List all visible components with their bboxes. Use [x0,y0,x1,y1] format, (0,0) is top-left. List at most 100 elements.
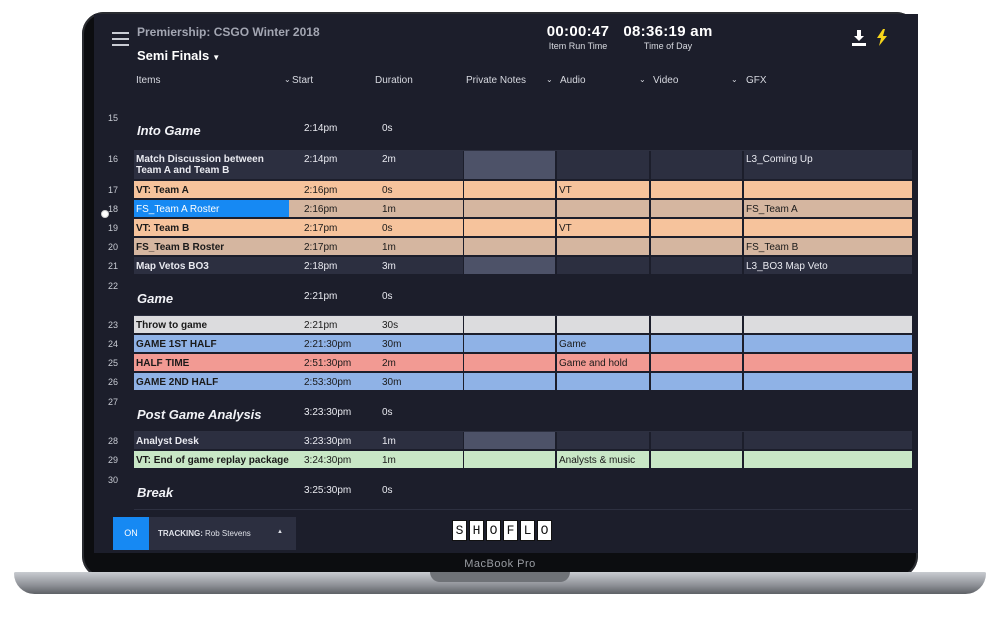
item-name-cell[interactable]: Map Vetos BO3 [134,257,301,274]
video-cell[interactable] [651,219,742,236]
caret-up-icon[interactable]: ▲ [277,529,283,535]
start-cell[interactable]: 3:24:30pm [301,451,379,468]
private-notes-cell[interactable] [464,373,555,390]
segment-header-row[interactable]: 22 Game 2:21pm 0s [94,276,918,316]
duration-cell[interactable]: 1m [379,200,463,217]
col-start-header[interactable]: Start [292,75,313,89]
start-cell[interactable]: 2:51:30pm [301,354,379,371]
gfx-cell[interactable] [744,219,912,236]
duration-cell[interactable]: 3m [379,257,463,274]
gfx-cell[interactable]: L3_BO3 Map Veto [744,257,912,274]
start-cell[interactable]: 3:23:30pm [301,432,379,449]
item-name-cell[interactable]: HALF TIME [134,354,301,371]
gfx-cell[interactable] [744,181,912,198]
start-cell[interactable]: 2:16pm [301,200,379,217]
item-name-cell[interactable]: GAME 2ND HALF [134,373,301,390]
col-items-header[interactable]: Items [136,75,160,89]
item-name-cell[interactable]: FS_Team A Roster [134,200,289,217]
audio-cell[interactable] [557,373,649,390]
audio-cell[interactable] [557,238,649,255]
gfx-cell[interactable] [744,451,912,468]
segment-header-row[interactable]: 30 Break 3:25:30pm 0s [94,470,918,510]
duration-cell[interactable]: 0s [379,181,463,198]
rundown-row[interactable]: 21 Map Vetos BO3 2:18pm 3m L3_BO3 Map Veto [94,257,918,274]
col-private-notes-header[interactable]: Private Notes [466,75,526,89]
video-cell[interactable] [651,257,742,274]
private-notes-cell[interactable] [464,219,555,236]
audio-cell[interactable] [557,257,649,274]
item-name-cell[interactable]: Analyst Desk [134,432,301,449]
duration-cell[interactable]: 30s [379,316,463,333]
tracking-toggle-button[interactable]: ON [113,517,149,550]
gfx-cell[interactable]: FS_Team A [744,200,912,217]
audio-cell[interactable] [557,151,649,179]
rundown-row[interactable]: 16 Match Discussion between Team A and Tea… [94,151,918,179]
rundown-row[interactable]: 28 Analyst Desk 3:23:30pm 1m [94,432,918,449]
video-cell[interactable] [651,373,742,390]
rundown-row[interactable]: 23 Throw to game 2:21pm 30s [94,316,918,333]
duration-cell[interactable]: 30m [379,373,463,390]
item-name-cell[interactable]: VT: Team A [134,181,301,198]
chevron-down-icon[interactable]: ⌄ [731,75,738,89]
duration-cell[interactable]: 0s [379,219,463,236]
audio-cell[interactable] [557,316,649,333]
item-name-cell[interactable]: VT: End of game replay package [134,451,301,468]
start-cell[interactable]: 2:17pm [301,219,379,236]
item-name-cell[interactable]: VT: Team B [134,219,301,236]
start-cell[interactable]: 2:21:30pm [301,335,379,352]
gfx-cell[interactable] [744,335,912,352]
start-cell[interactable]: 2:16pm [301,181,379,198]
item-name-cell[interactable]: Throw to game [134,316,301,333]
private-notes-cell[interactable] [464,316,555,333]
col-gfx-header[interactable]: GFX [746,75,767,89]
rundown-row[interactable]: 20 FS_Team B Roster 2:17pm 1m FS_Team B [94,238,918,255]
private-notes-cell[interactable] [464,451,555,468]
item-name-cell[interactable]: Match Discussion between Team A and Team … [134,151,301,179]
video-cell[interactable] [651,181,742,198]
video-cell[interactable] [651,335,742,352]
start-cell[interactable]: 2:18pm [301,257,379,274]
video-cell[interactable] [651,354,742,371]
rundown-row[interactable]: 17 VT: Team A 2:16pm 0s VT [94,181,918,198]
lightning-bolt-icon[interactable] [877,29,887,46]
gfx-cell[interactable] [744,316,912,333]
chevron-down-icon[interactable]: ⌄ [284,75,291,89]
rundown-row[interactable]: 19 VT: Team B 2:17pm 0s VT [94,219,918,236]
duration-cell[interactable]: 1m [379,451,463,468]
col-audio-header[interactable]: Audio [560,75,586,89]
col-video-header[interactable]: Video [653,75,678,89]
video-cell[interactable] [651,432,742,449]
segment-header-row[interactable]: 27 Post Game Analysis 3:23:30pm 0s [94,392,918,432]
start-cell[interactable]: 2:17pm [301,238,379,255]
item-name-cell[interactable]: FS_Team B Roster [134,238,301,255]
hamburger-menu-icon[interactable] [112,32,129,46]
chevron-down-icon[interactable]: ⌄ [546,75,553,89]
duration-cell[interactable]: 30m [379,335,463,352]
duration-cell[interactable]: 2m [379,151,463,179]
chevron-down-icon[interactable]: ⌄ [639,75,646,89]
gfx-cell[interactable]: FS_Team B [744,238,912,255]
download-icon[interactable] [852,30,866,46]
duration-cell[interactable]: 2m [379,354,463,371]
rundown-row[interactable]: 25 HALF TIME 2:51:30pm 2m Game and hold [94,354,918,371]
video-cell[interactable] [651,451,742,468]
duration-cell[interactable]: 1m [379,238,463,255]
private-notes-cell[interactable] [464,335,555,352]
gfx-cell[interactable] [744,373,912,390]
rundown-row[interactable]: 26 GAME 2ND HALF 2:53:30pm 30m [94,373,918,390]
private-notes-cell[interactable] [464,151,555,179]
rundown-row[interactable]: 29 VT: End of game replay package 3:24:30p… [94,451,918,468]
private-notes-cell[interactable] [464,257,555,274]
start-cell[interactable]: 2:21pm [301,316,379,333]
gfx-cell[interactable] [744,432,912,449]
audio-cell[interactable]: Analysts & music [557,451,649,468]
audio-cell[interactable]: VT [557,181,649,198]
video-cell[interactable] [651,151,742,179]
start-cell[interactable]: 2:14pm [301,151,379,179]
audio-cell[interactable]: Game [557,335,649,352]
private-notes-cell[interactable] [464,181,555,198]
private-notes-cell[interactable] [464,432,555,449]
rundown-row[interactable]: 24 GAME 1ST HALF 2:21:30pm 30m Game [94,335,918,352]
segment-header-row[interactable]: 15 Into Game 2:14pm 0s [94,108,918,151]
private-notes-cell[interactable] [464,200,555,217]
